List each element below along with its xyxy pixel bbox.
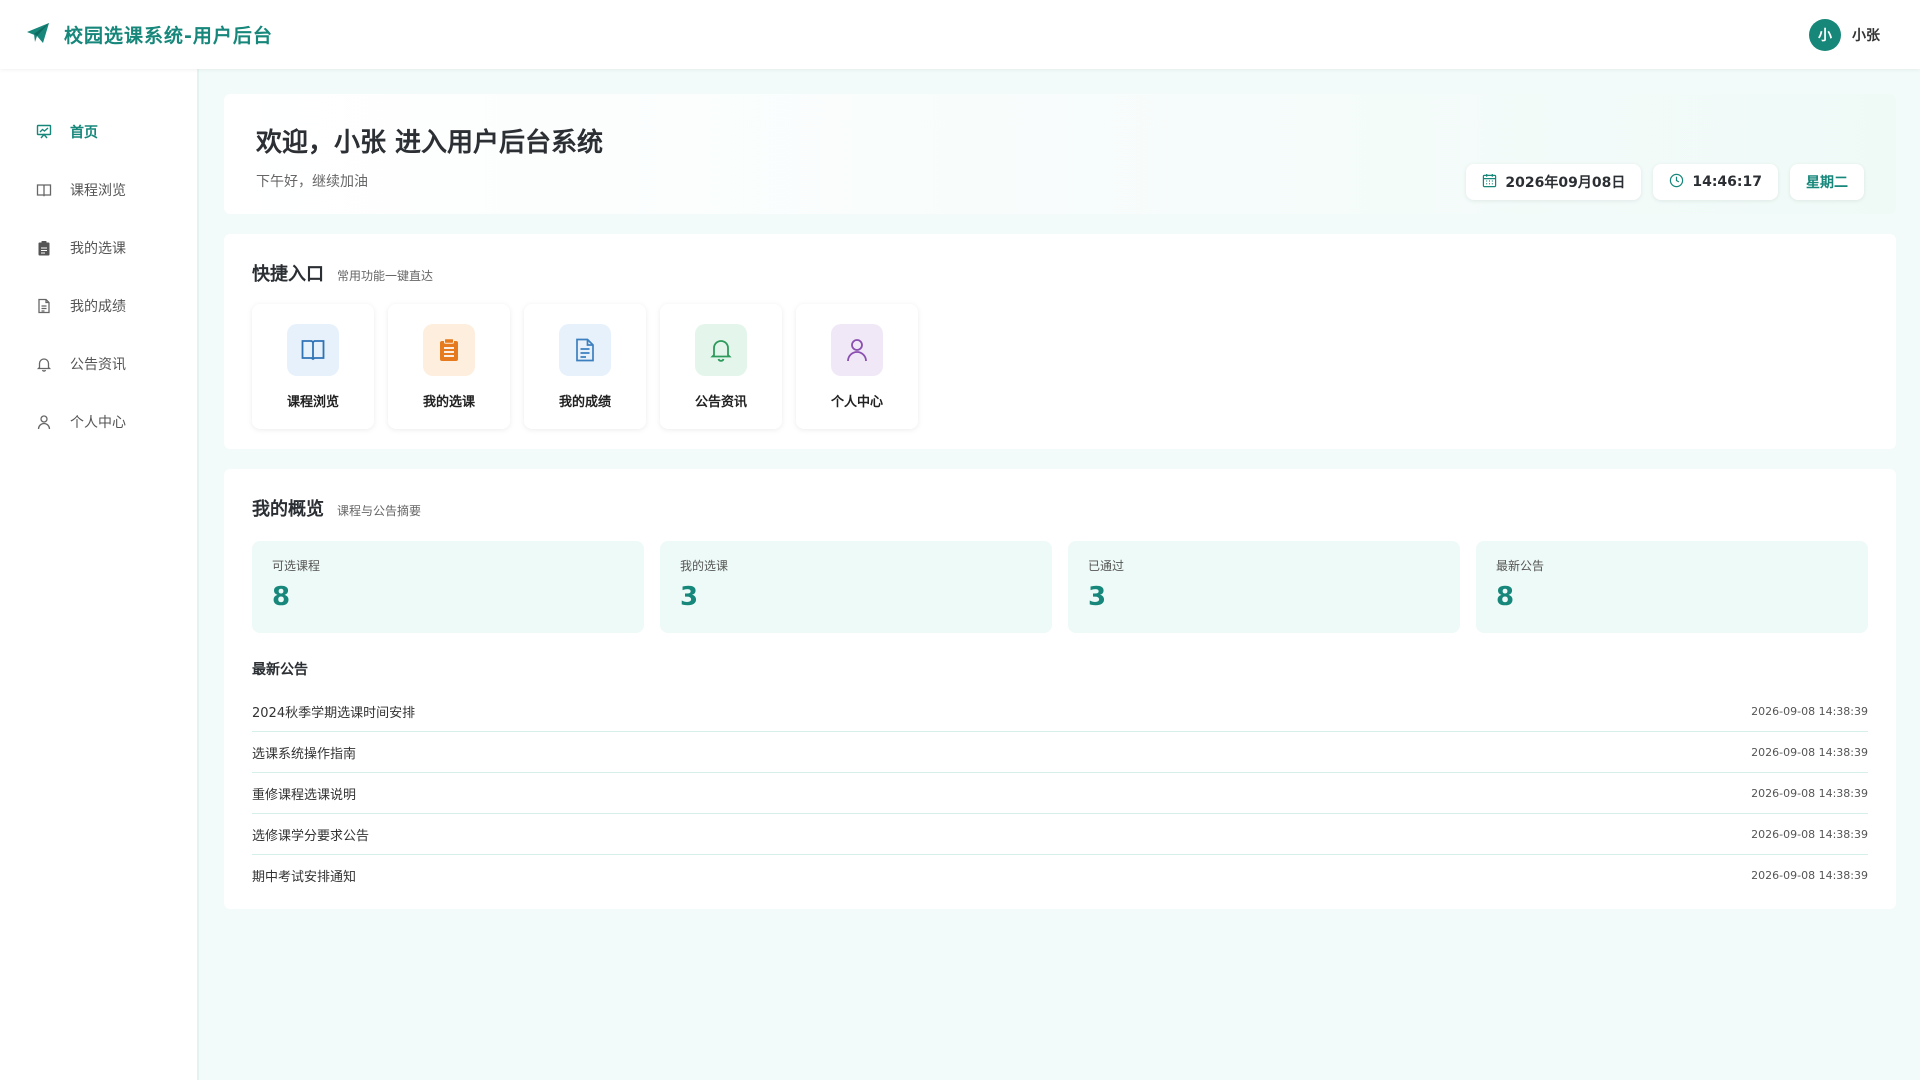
quick-label: 我的选课 <box>422 395 475 410</box>
announcement-item[interactable]: 2024秋季学期选课时间安排 2026-09-08 14:38:39 <box>252 691 1868 732</box>
overview-header: 我的概览 课程与公告摘要 <box>252 495 1868 521</box>
announcement-item[interactable]: 选修课学分要求公告 2026-09-08 14:38:39 <box>252 814 1868 855</box>
stat-my-selections: 我的选课 3 <box>660 541 1052 633</box>
quick-courses-button[interactable]: 课程浏览 <box>252 304 374 429</box>
weekday-chip: 星期二 <box>1790 164 1864 200</box>
user-icon <box>831 324 883 376</box>
stats-row: 可选课程 8 我的选课 3 已通过 3 最新公告 8 <box>252 541 1868 633</box>
document-icon <box>559 324 611 376</box>
top-header: 校园选课系统-用户后台 小 小张 <box>0 0 1920 69</box>
announcement-time: 2026-09-08 14:38:39 <box>1751 704 1868 718</box>
time-text: 14:46:17 <box>1692 174 1762 190</box>
quick-access-panel: 快捷入口 常用功能一键直达 课程浏览 我的选课 我的成绩 公告资讯 个人中心 <box>224 234 1896 449</box>
stat-available-courses: 可选课程 8 <box>252 541 644 633</box>
announcement-title[interactable]: 期中考试安排通知 <box>252 866 356 885</box>
stat-value: 8 <box>272 582 291 612</box>
clipboard-icon <box>423 324 475 376</box>
stat-passed: 已通过 3 <box>1068 541 1460 633</box>
calendar-icon <box>1482 173 1497 192</box>
quick-selections-button[interactable]: 我的选课 <box>388 304 510 429</box>
sidebar-item-label: 我的选课 <box>70 241 126 257</box>
stat-value: 8 <box>1496 582 1515 612</box>
section-subtitle: 课程与公告摘要 <box>337 504 422 518</box>
stat-label: 最新公告 <box>1496 559 1545 573</box>
announcement-time: 2026-09-08 14:38:39 <box>1751 827 1868 841</box>
book-icon <box>287 324 339 376</box>
quick-announcements-button[interactable]: 公告资讯 <box>660 304 782 429</box>
announcement-item[interactable]: 选课系统操作指南 2026-09-08 14:38:39 <box>252 732 1868 773</box>
announcement-item[interactable]: 重修课程选课说明 2026-09-08 14:38:39 <box>252 773 1868 814</box>
book-icon <box>35 181 53 199</box>
app-title: 校园选课系统-用户后台 <box>64 25 273 47</box>
quick-label: 公告资讯 <box>694 395 747 410</box>
announcement-item[interactable]: 期中考试安排通知 2026-09-08 14:38:39 <box>252 855 1868 896</box>
document-icon <box>35 297 53 315</box>
announcement-list: 2024秋季学期选课时间安排 2026-09-08 14:38:39 选课系统操… <box>252 691 1868 896</box>
dashboard-icon <box>35 123 53 141</box>
announcement-title[interactable]: 选修课学分要求公告 <box>252 825 369 844</box>
announcement-title[interactable]: 选课系统操作指南 <box>252 743 356 762</box>
quick-access-header: 快捷入口 常用功能一键直达 <box>252 260 1868 286</box>
sidebar-item-grades[interactable]: 我的成绩 <box>0 277 197 335</box>
date-chip: 2026年09月08日 <box>1466 164 1642 200</box>
sidebar-item-label: 首页 <box>70 125 98 141</box>
date-text: 2026年09月08日 <box>1505 175 1626 191</box>
main-content: 欢迎，小张 进入用户后台系统 下午好，继续加油 2026年09月08日 14:4… <box>224 94 1896 909</box>
datetime-chips: 2026年09月08日 14:46:17 星期二 <box>1466 164 1864 200</box>
quick-label: 我的成绩 <box>558 395 611 410</box>
sidebar-item-label: 课程浏览 <box>70 183 126 199</box>
stat-label: 我的选课 <box>680 559 729 573</box>
weekday-text: 星期二 <box>1806 175 1848 191</box>
avatar[interactable]: 小 <box>1809 18 1841 51</box>
announcement-time: 2026-09-08 14:38:39 <box>1751 786 1868 800</box>
sidebar-item-my-selections[interactable]: 我的选课 <box>0 219 197 277</box>
sidebar-item-home[interactable]: 首页 <box>0 103 197 161</box>
welcome-subtitle: 下午好，继续加油 <box>256 174 368 190</box>
stat-label: 已通过 <box>1088 559 1125 573</box>
quick-label: 个人中心 <box>830 395 883 410</box>
quick-label: 课程浏览 <box>286 395 339 410</box>
sidebar: 首页 课程浏览 我的选课 我的成绩 公告资讯 个人中心 <box>0 69 199 1080</box>
sidebar-item-announcements[interactable]: 公告资讯 <box>0 335 197 393</box>
quick-profile-button[interactable]: 个人中心 <box>796 304 918 429</box>
brand[interactable]: 校园选课系统-用户后台 <box>26 21 273 48</box>
welcome-title: 欢迎，小张 进入用户后台系统 <box>256 128 604 158</box>
sidebar-item-profile[interactable]: 个人中心 <box>0 393 197 451</box>
quick-access-list: 课程浏览 我的选课 我的成绩 公告资讯 个人中心 <box>252 304 1868 429</box>
quick-grades-button[interactable]: 我的成绩 <box>524 304 646 429</box>
announcements-title: 最新公告 <box>252 662 308 678</box>
clipboard-icon <box>35 239 53 257</box>
stat-value: 3 <box>680 582 699 612</box>
bell-icon <box>695 324 747 376</box>
welcome-banner: 欢迎，小张 进入用户后台系统 下午好，继续加油 2026年09月08日 14:4… <box>224 94 1896 214</box>
sidebar-item-courses[interactable]: 课程浏览 <box>0 161 197 219</box>
section-title: 我的概览 <box>252 499 324 520</box>
sidebar-item-label: 我的成绩 <box>70 299 126 315</box>
paper-plane-icon <box>26 22 50 48</box>
user-name[interactable]: 小张 <box>1852 25 1880 45</box>
stat-latest-announcements: 最新公告 8 <box>1476 541 1868 633</box>
time-chip: 14:46:17 <box>1653 164 1778 200</box>
announcement-time: 2026-09-08 14:38:39 <box>1751 869 1868 882</box>
clock-icon <box>1669 173 1684 192</box>
announcement-title[interactable]: 2024秋季学期选课时间安排 <box>252 702 415 721</box>
user-menu[interactable]: 小 小张 <box>1809 18 1880 51</box>
announcement-time: 2026-09-08 14:38:39 <box>1751 745 1868 759</box>
stat-value: 3 <box>1088 582 1107 612</box>
sidebar-item-label: 个人中心 <box>70 415 126 431</box>
announcement-title[interactable]: 重修课程选课说明 <box>252 784 356 803</box>
stat-label: 可选课程 <box>272 559 321 573</box>
section-subtitle: 常用功能一键直达 <box>337 269 434 283</box>
user-icon <box>35 413 53 431</box>
bell-icon <box>35 355 53 373</box>
section-title: 快捷入口 <box>252 264 324 285</box>
sidebar-item-label: 公告资讯 <box>70 357 126 373</box>
overview-panel: 我的概览 课程与公告摘要 可选课程 8 我的选课 3 已通过 3 最新公告 8 … <box>224 469 1896 909</box>
